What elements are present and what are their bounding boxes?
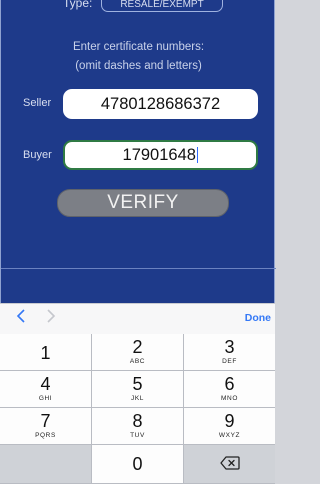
- seller-field[interactable]: 4780128686372: [63, 89, 258, 119]
- key-digit: 0: [132, 454, 143, 474]
- divider: [1, 268, 276, 269]
- key-8[interactable]: 8 TUV: [92, 408, 184, 445]
- key-digit: 1: [40, 343, 51, 363]
- verify-button[interactable]: VERIFY: [57, 189, 229, 217]
- key-2[interactable]: 2 ABC: [92, 334, 184, 371]
- key-letters: GHI: [38, 395, 53, 402]
- type-label: Type:: [63, 0, 93, 10]
- instruction-line-1: Enter certificate numbers:: [72, 41, 205, 53]
- instruction-line-2: (omit dashes and letters): [75, 60, 202, 72]
- key-5[interactable]: 5 JKL: [92, 371, 184, 408]
- key-letters: ABC: [129, 358, 146, 365]
- key-9[interactable]: 9 WXYZ: [184, 408, 275, 445]
- key-digit: 3: [224, 337, 235, 357]
- key-3[interactable]: 3 DEF: [184, 334, 275, 371]
- key-letters: WXYZ: [218, 432, 241, 439]
- key-letters: PQRS: [35, 432, 56, 439]
- numeric-keypad: 1 2 ABC 3 DEF 4 GHI 5 JKL 6 MNO 7 PQRS 8…: [0, 334, 275, 484]
- instructions: Enter certificate numbers: (omit dashes …: [1, 38, 276, 76]
- done-button[interactable]: Done: [245, 312, 271, 324]
- text-caret: [196, 147, 199, 163]
- key-digit: 5: [132, 374, 143, 394]
- key-letters: MNO: [221, 395, 238, 402]
- keyboard-accessory-bar: Done: [0, 303, 275, 334]
- key-digit: 7: [40, 411, 51, 431]
- blank-key: [0, 445, 92, 484]
- buyer-field-value: 17901648: [122, 146, 196, 164]
- key-letters: JKL: [130, 395, 144, 402]
- backspace-icon: [219, 456, 240, 475]
- key-digit: 8: [132, 411, 143, 431]
- key-4[interactable]: 4 GHI: [0, 371, 92, 408]
- certificate-form: Type: RESALE/EXEMPT Enter certificate nu…: [0, 0, 276, 303]
- key-letters: TUV: [130, 432, 145, 439]
- key-0[interactable]: 0: [92, 445, 184, 484]
- key-6[interactable]: 6 MNO: [184, 371, 275, 408]
- key-letters: DEF: [222, 358, 237, 365]
- type-selector[interactable]: RESALE/EXEMPT: [101, 0, 223, 12]
- buyer-label: Buyer: [23, 149, 52, 161]
- chevron-left-icon[interactable]: [16, 309, 26, 328]
- key-1[interactable]: 1: [0, 334, 92, 371]
- key-digit: 2: [132, 337, 143, 357]
- type-row: Type: RESALE/EXEMPT: [1, 0, 276, 18]
- seller-label: Seller: [23, 97, 52, 109]
- key-digit: 4: [40, 374, 51, 394]
- key-digit: 9: [224, 411, 235, 431]
- buyer-field[interactable]: 17901648: [63, 140, 258, 170]
- key-7[interactable]: 7 PQRS: [0, 408, 92, 445]
- chevron-right-icon[interactable]: [46, 309, 56, 328]
- key-digit: 6: [224, 374, 235, 394]
- backspace-key[interactable]: [184, 445, 275, 484]
